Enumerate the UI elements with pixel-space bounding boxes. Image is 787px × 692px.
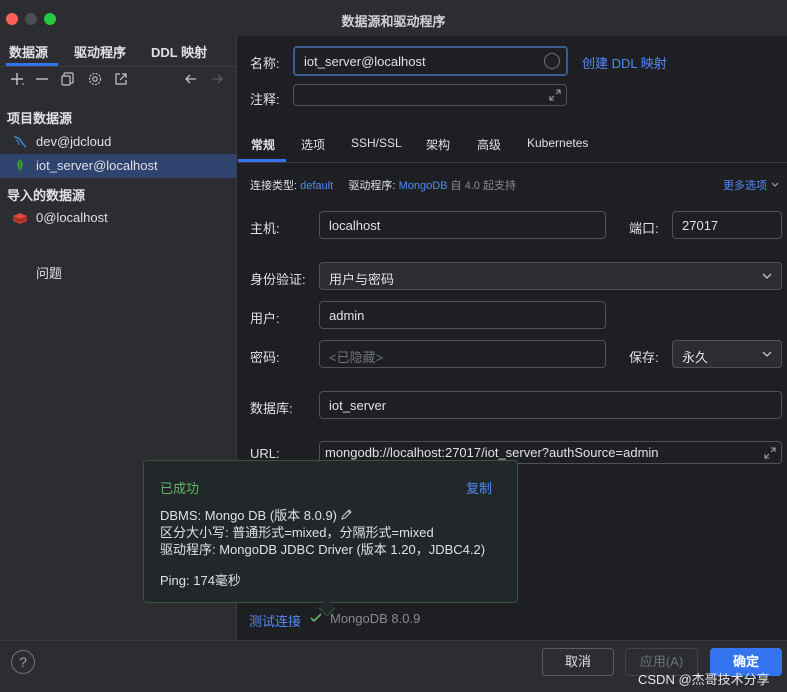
- popup-status: 已成功: [160, 481, 200, 496]
- name-value: iot_server@localhost: [304, 54, 426, 69]
- tree-item-label: dev@jdcloud: [36, 134, 112, 149]
- check-icon: [310, 613, 322, 623]
- popup-driver-line: 驱动程序: MongoDB JDBC Driver (版本 1.20，JDBC4…: [160, 542, 486, 557]
- tab-ddl-mapping[interactable]: DDL 映射: [151, 42, 207, 61]
- cancel-button[interactable]: 取消: [542, 648, 614, 676]
- forward-arrow-icon[interactable]: [209, 71, 225, 87]
- tree-item-label: iot_server@localhost: [36, 158, 158, 173]
- redis-icon: [12, 210, 28, 226]
- expand-icon[interactable]: [548, 88, 562, 102]
- chevron-down-icon: [762, 273, 772, 279]
- name-label: 名称:: [250, 56, 280, 71]
- pencil-icon[interactable]: [340, 508, 353, 521]
- tree-item-iot-server-localhost[interactable]: iot_server@localhost: [0, 154, 236, 178]
- settings-tabs: 常规 选项 SSH/SSL 架构 高级 Kubernetes: [238, 126, 787, 163]
- driver-key: 驱动程序:: [348, 180, 396, 192]
- add-icon[interactable]: [9, 71, 25, 87]
- sidebar-divider: [0, 66, 237, 67]
- test-result-text: MongoDB 8.0.9: [330, 611, 421, 626]
- window-title: 数据源和驱动程序: [341, 14, 446, 29]
- port-label: 端口:: [629, 221, 659, 236]
- tree-item-0-localhost[interactable]: 0@localhost: [0, 206, 236, 230]
- remove-icon[interactable]: [34, 71, 50, 87]
- active-tab-indicator: [238, 159, 286, 162]
- tab-data-sources[interactable]: 数据源: [9, 42, 48, 61]
- help-button[interactable]: ?: [11, 650, 35, 674]
- database-field[interactable]: iot_server: [319, 391, 782, 419]
- duplicate-icon[interactable]: [60, 71, 76, 87]
- database-value: iot_server: [329, 398, 387, 413]
- popup-ping-line: Ping: 174毫秒: [160, 573, 241, 588]
- mysql-dolphin-icon: [12, 134, 28, 150]
- name-field[interactable]: iot_server@localhost: [293, 46, 568, 76]
- tab-general[interactable]: 常规: [251, 136, 275, 153]
- url-label: URL:: [250, 446, 280, 461]
- password-placeholder: <已隐藏>: [329, 350, 384, 365]
- driver-value[interactable]: MongoDB: [399, 180, 448, 192]
- project-data-sources-header: 项目数据源: [7, 111, 73, 126]
- tab-advanced[interactable]: 高级: [477, 136, 501, 153]
- connection-type-key: 连接类型:: [250, 180, 298, 192]
- create-ddl-mapping-link[interactable]: 创建 DDL 映射: [582, 53, 667, 72]
- save-select[interactable]: 永久: [672, 340, 782, 368]
- more-options-link[interactable]: 更多选项: [723, 177, 780, 193]
- mongodb-leaf-icon: [12, 158, 28, 174]
- chevron-down-icon: [771, 182, 779, 187]
- title-bar: 数据源和驱动程序: [0, 0, 787, 36]
- tab-ssh-ssl[interactable]: SSH/SSL: [351, 136, 402, 150]
- tree-item-dev-jdcloud[interactable]: dev@jdcloud: [0, 130, 236, 154]
- dbms-text: DBMS: Mongo DB (版本 8.0.9): [160, 508, 337, 523]
- back-arrow-icon[interactable]: [183, 71, 199, 87]
- password-field[interactable]: <已隐藏>: [319, 340, 606, 368]
- chevron-down-icon: [762, 351, 772, 357]
- host-value: localhost: [329, 218, 381, 233]
- auth-value: 用户与密码: [329, 272, 395, 287]
- copy-link[interactable]: 复制: [466, 478, 492, 497]
- auth-label: 身份验证:: [250, 272, 306, 287]
- save-label: 保存:: [629, 350, 659, 365]
- expand-icon[interactable]: [763, 446, 777, 460]
- port-field[interactable]: 27017: [672, 211, 782, 239]
- user-field[interactable]: admin: [319, 301, 606, 329]
- watermark-text: CSDN @杰哥技术分享: [638, 672, 770, 687]
- connection-type-value[interactable]: default: [300, 180, 333, 192]
- color-picker-icon[interactable]: [544, 53, 560, 69]
- bottom-bar: ? 取消 应用(A) 确定 CSDN @杰哥技术分享: [0, 640, 787, 692]
- tab-kubernetes[interactable]: Kubernetes: [527, 136, 588, 150]
- host-field[interactable]: localhost: [319, 211, 606, 239]
- settings-icon[interactable]: [87, 71, 103, 87]
- comment-label: 注释:: [250, 92, 280, 107]
- database-label: 数据库:: [250, 401, 293, 416]
- host-label: 主机:: [250, 221, 280, 236]
- comment-field[interactable]: [293, 84, 567, 106]
- auth-select[interactable]: 用户与密码: [319, 262, 782, 290]
- connection-info-line: 连接类型: default 驱动程序: MongoDB 自 4.0 起支持: [250, 177, 516, 193]
- password-label: 密码:: [250, 350, 280, 365]
- save-value: 永久: [682, 350, 709, 365]
- more-options-label: 更多选项: [723, 180, 767, 192]
- imported-data-sources-header: 导入的数据源: [7, 188, 86, 203]
- test-connection-link[interactable]: 测试连接: [249, 611, 301, 630]
- tab-options[interactable]: 选项: [301, 136, 325, 153]
- user-label: 用户:: [250, 311, 280, 326]
- open-external-icon[interactable]: [113, 71, 129, 87]
- tab-schemas[interactable]: 架构: [426, 136, 450, 153]
- driver-note: 自 4.0 起支持: [450, 180, 516, 192]
- connection-success-popup: 已成功 复制 DBMS: Mongo DB (版本 8.0.9) 区分大小写: …: [143, 460, 518, 617]
- user-value: admin: [329, 308, 365, 323]
- url-value: mongodb://localhost:27017/iot_server?aut…: [325, 445, 659, 460]
- tree-item-label: 0@localhost: [36, 210, 108, 225]
- problems-item[interactable]: 问题: [36, 263, 62, 282]
- port-value: 27017: [682, 218, 719, 233]
- tab-drivers[interactable]: 驱动程序: [74, 42, 126, 61]
